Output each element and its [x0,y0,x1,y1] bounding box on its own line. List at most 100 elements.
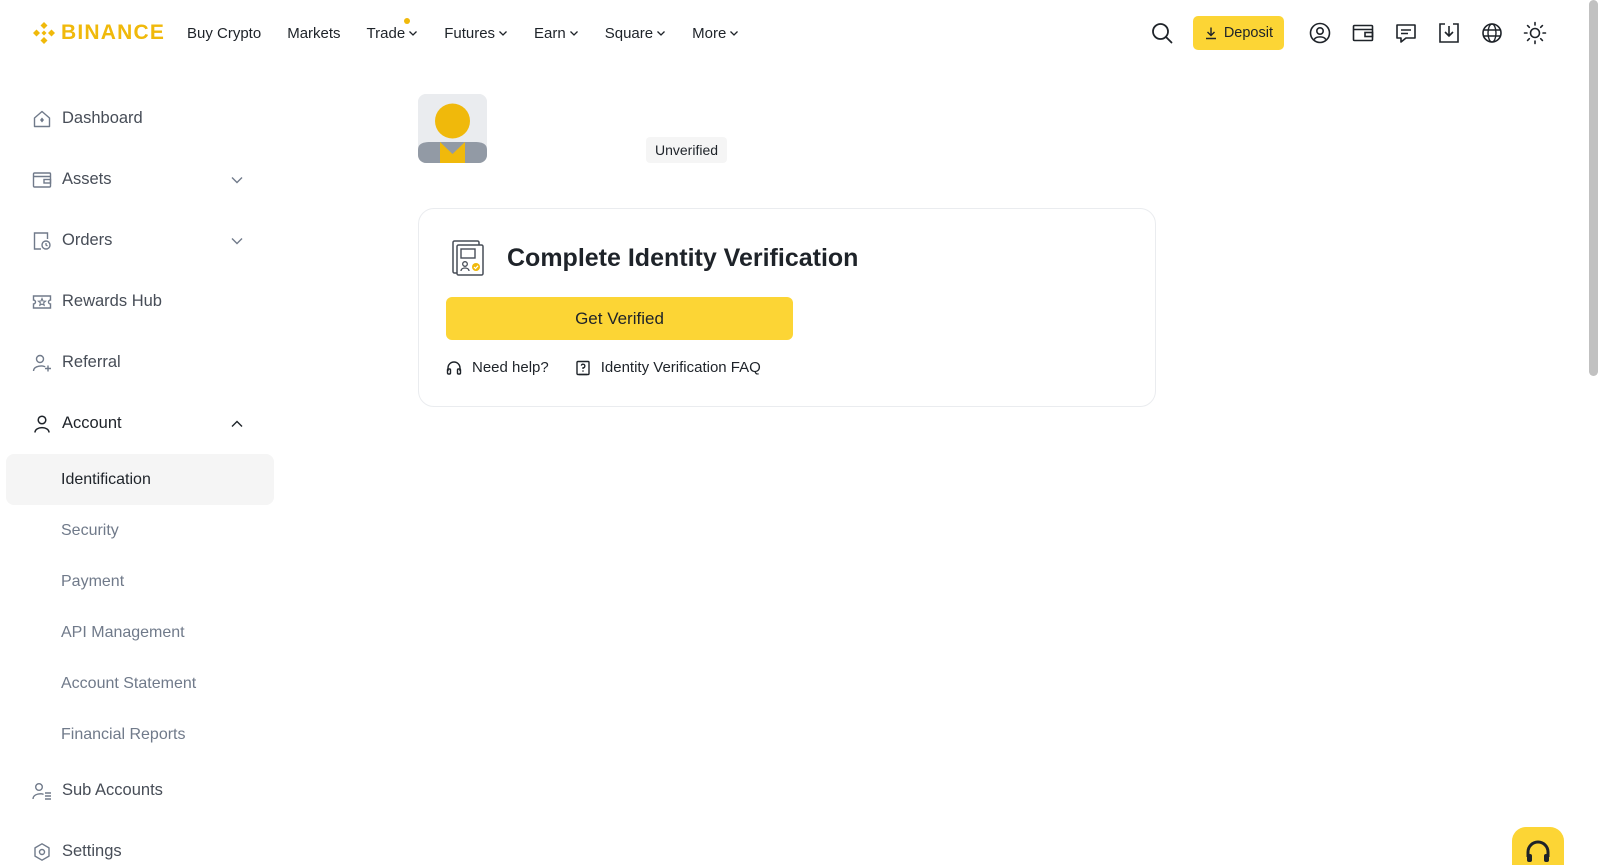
download-app-button[interactable] [1436,20,1462,46]
avatar [418,94,487,163]
card-help-links: Need help? Identity Verification FAQ [446,359,787,376]
wallet-button[interactable] [1350,20,1376,46]
notification-dot [404,18,411,24]
sidebar-subitem-account-statement[interactable]: Account Statement [6,658,274,709]
add-user-icon [32,353,52,373]
sidebar-item-sub-accounts[interactable]: Sub Accounts [6,760,274,821]
card-title: Complete Identity Verification [507,243,859,272]
nav-markets[interactable]: Markets [287,0,340,66]
sidebar-subitem-api-management[interactable]: API Management [6,607,274,658]
nav-label: Markets [287,24,341,42]
nav-label: Futures [444,24,496,42]
sidebar-item-label: Assets [62,170,112,188]
sidebar-item-assets[interactable]: Assets [6,149,274,210]
chevron-down-icon [231,176,243,183]
sidebar-subitem-label: Financial Reports [61,725,186,743]
avatar-user-icon [418,94,487,163]
sidebar-subitem-label: Payment [61,572,125,590]
nav-label: Buy Crypto [187,24,262,42]
sidebar-item-label: Rewards Hub [62,292,162,310]
sidebar-item-label: Orders [62,231,113,249]
search-icon [1151,23,1173,44]
chevron-down-icon [409,31,418,36]
faq-icon [576,360,590,375]
sidebar-item-settings[interactable]: Settings [6,821,274,865]
settings-icon [32,842,52,862]
headset-icon [446,360,462,375]
globe-icon [1482,23,1502,43]
headset-icon [1526,840,1550,862]
sidebar-item-label: Settings [62,842,122,860]
main-nav: Buy Crypto Markets Trade Futures Earn Sq… [187,0,765,66]
sidebar-subitem-label: Account Statement [61,674,197,692]
sidebar-subitem-label: API Management [61,623,185,641]
nav-earn[interactable]: Earn [534,0,579,66]
support-chat-button[interactable] [1512,827,1564,865]
nav-label: Earn [534,24,566,42]
sidebar-item-label: Referral [62,353,121,371]
need-help-link[interactable]: Need help? [446,359,549,376]
binance-logo[interactable]: BINANCE [31,19,165,47]
download-arrow-icon [1205,27,1216,40]
card-header: Complete Identity Verification [451,239,858,277]
nav-trade[interactable]: Trade [367,0,419,66]
nav-buy-crypto[interactable]: Buy Crypto [187,0,261,66]
ticket-icon [32,292,52,312]
theme-toggle-button[interactable] [1522,20,1548,46]
header-actions: Deposit [1132,16,1548,50]
profile-icon [1309,22,1331,44]
get-verified-button[interactable]: Get Verified [446,297,793,340]
sidebar: Dashboard Assets Orders Rewards Hub Refe… [6,88,274,865]
top-navigation-bar: BINANCE Buy Crypto Markets Trade Futures… [0,0,1586,66]
profile-button[interactable] [1307,20,1333,46]
sidebar-item-label: Account [62,414,122,432]
sidebar-item-referral[interactable]: Referral [6,332,274,393]
sidebar-item-rewards-hub[interactable]: Rewards Hub [6,271,274,332]
orders-icon [32,231,52,251]
verification-faq-link[interactable]: Identity Verification FAQ [575,359,761,376]
messages-icon [1396,24,1416,43]
chevron-down-icon [569,31,578,36]
need-help-label: Need help? [472,359,549,376]
sidebar-item-label: Sub Accounts [62,781,163,799]
language-button[interactable] [1479,20,1505,46]
nav-label: More [692,24,727,42]
deposit-label: Deposit [1223,25,1273,41]
search-button[interactable] [1149,20,1175,46]
sidebar-item-account[interactable]: Account [6,393,274,454]
sidebar-subitem-payment[interactable]: Payment [6,556,274,607]
verification-faq-label: Identity Verification FAQ [600,359,761,376]
user-icon [32,414,52,434]
sidebar-item-dashboard[interactable]: Dashboard [6,88,274,149]
sub-accounts-icon [32,781,52,801]
page-scrollbar[interactable] [1589,0,1598,376]
messages-button[interactable] [1393,20,1419,46]
wallet-icon [32,170,52,190]
sidebar-subitem-financial-reports[interactable]: Financial Reports [6,709,274,760]
sidebar-subitem-label: Security [61,521,119,539]
deposit-button[interactable]: Deposit [1192,16,1284,50]
sun-icon [1523,21,1547,45]
chevron-down-icon [657,31,666,36]
binance-logo-icon [33,22,55,44]
sidebar-subitem-identification[interactable]: Identification [6,454,274,505]
nav-label: Trade [366,24,406,42]
sidebar-subitem-security[interactable]: Security [6,505,274,556]
id-document-icon [452,240,484,276]
sidebar-subitem-label: Identification [61,470,151,488]
chevron-down-icon [231,237,243,244]
sidebar-item-label: Dashboard [62,109,143,127]
chevron-up-icon [231,420,243,427]
status-badge: Unverified [646,137,728,163]
nav-futures[interactable]: Futures [444,0,508,66]
nav-square[interactable]: Square [605,0,666,66]
home-icon [32,109,52,129]
identity-verification-card: Complete Identity Verification Get Verif… [418,208,1156,407]
chevron-down-icon [730,31,739,36]
sidebar-item-orders[interactable]: Orders [6,210,274,271]
download-icon [1439,23,1459,43]
nav-more[interactable]: More [692,0,739,66]
nav-label: Square [604,24,654,42]
chevron-down-icon [499,31,508,36]
wallet-icon [1352,24,1374,42]
